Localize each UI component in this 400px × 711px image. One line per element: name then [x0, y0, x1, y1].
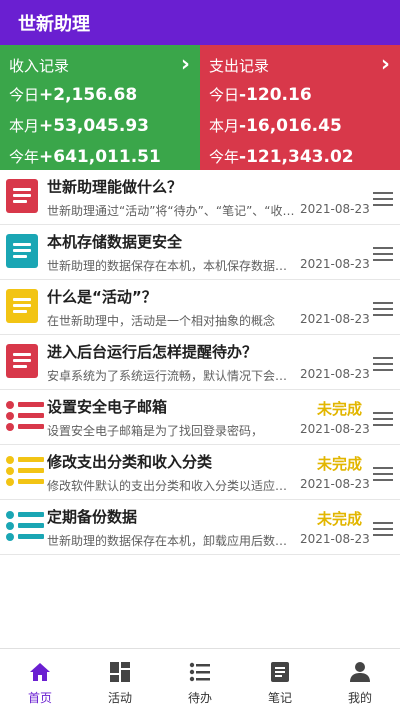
note-icon	[6, 179, 38, 213]
list-item[interactable]: 设置安全电子邮箱设置安全电子邮箱是为了找回登录密码， 2021-08-23 未完成	[0, 390, 400, 445]
todo-list-icon	[188, 660, 212, 684]
list-item[interactable]: 本机存储数据更安全世新助理的数据保存在本机，本机保存数据更安全 2021-08-2…	[0, 225, 400, 280]
list-item-date: 2021-08-23	[300, 477, 370, 491]
list-item[interactable]: 定期备份数据世新助理的数据保存在本机，卸载应用后数据将丢失 2021-08-23 未…	[0, 500, 400, 555]
list-item-desc: 世新助理通过“活动”将“待办”、“笔记”、“收入”、“支出”串联	[47, 204, 299, 218]
todo-icon	[6, 454, 44, 488]
expense-month: 本月 -16,016.45	[209, 116, 342, 136]
expense-year-value: -121,343.02	[239, 147, 354, 167]
bottom-tab-bar: 首页 活动 待办 笔记 我的	[0, 648, 400, 711]
tab-home[interactable]: 首页	[0, 649, 80, 711]
income-today-value: +2,156.68	[39, 85, 138, 105]
list-item[interactable]: 修改支出分类和收入分类修改软件默认的支出分类和收入分类以适应您的需要 2021-0…	[0, 445, 400, 500]
tab-todo-list[interactable]: 待办	[160, 649, 240, 711]
app-bar: 世新助理	[0, 0, 400, 45]
income-month: 本月 +53,045.93	[9, 116, 149, 136]
todo-icon	[6, 401, 44, 431]
expense-card-title: 支出记录	[209, 56, 270, 75]
home-icon	[28, 660, 52, 684]
chevron-right-icon: ›	[180, 52, 190, 77]
list-item-title: 设置安全电子邮箱	[47, 398, 168, 416]
app-title: 世新助理	[18, 13, 90, 35]
list-item-date: 2021-08-23	[300, 257, 370, 271]
income-card[interactable]: 收入记录 › 今日 +2,156.68 本月 +53,045.93 今年 +641,0…	[0, 45, 200, 170]
list-item-title: 进入后台运行后怎样提醒待办？	[47, 343, 258, 361]
income-year: 今年 +641,011.51	[9, 147, 161, 167]
note-icon	[6, 289, 38, 323]
drag-handle-icon[interactable]	[373, 302, 393, 316]
expense-card[interactable]: 支出记录 › 今日 -120.16 本月 -16,016.45 今年 -121,343…	[200, 45, 400, 170]
chevron-right-icon: ›	[380, 52, 390, 77]
tab-label: 活动	[107, 691, 132, 705]
list-item-title: 本机存储数据更安全	[47, 233, 183, 251]
item-list: 世新助理能做什么？ 世新助理通过“活动”将“待办”、“笔记”、“收入”、“支出”串…	[0, 170, 400, 555]
status-badge: 未完成	[317, 400, 363, 418]
list-item[interactable]: 世新助理能做什么？ 世新助理通过“活动”将“待办”、“笔记”、“收入”、“支出”串…	[0, 170, 400, 225]
list-item-title: 什么是“活动”？	[47, 288, 157, 306]
drag-handle-icon[interactable]	[373, 412, 393, 426]
list-item-date: 2021-08-23	[300, 367, 370, 381]
list-item-date: 2021-08-23	[300, 422, 370, 436]
note-icon	[6, 179, 40, 213]
list-item-desc: 修改软件默认的支出分类和收入分类以适应您的需要	[47, 479, 299, 493]
list-item[interactable]: 进入后台运行后怎样提醒待办？ 安卓系统为了系统运行流畅，默认情况下会限制后台 202…	[0, 335, 400, 390]
list-item-desc: 安卓系统为了系统运行流畅，默认情况下会限制后台	[47, 369, 299, 383]
summary-cards: 收入记录 › 今日 +2,156.68 本月 +53,045.93 今年 +641,0…	[0, 45, 400, 170]
drag-handle-icon[interactable]	[373, 192, 393, 206]
tab-note[interactable]: 笔记	[240, 649, 320, 711]
income-year-value: +641,011.51	[39, 147, 161, 167]
todo-icon	[6, 399, 44, 433]
note-icon	[6, 289, 40, 323]
list-item-date: 2021-08-23	[300, 202, 370, 216]
tab-label: 笔记	[267, 691, 292, 705]
list-item-date: 2021-08-23	[300, 532, 370, 546]
todo-icon	[6, 509, 44, 543]
list-item-desc: 在世新助理中，活动是一个相对抽象的概念	[47, 314, 276, 328]
tab-person[interactable]: 我的	[320, 649, 400, 711]
note-icon	[6, 344, 40, 378]
drag-handle-icon[interactable]	[373, 357, 393, 371]
todo-icon	[6, 456, 44, 486]
list-item-desc: 世新助理的数据保存在本机，本机保存数据更安全	[47, 259, 299, 273]
note-icon	[6, 344, 38, 378]
tab-label: 我的	[347, 691, 372, 705]
list-item-title: 定期备份数据	[47, 508, 138, 526]
drag-handle-icon[interactable]	[373, 522, 393, 536]
status-badge: 未完成	[317, 455, 363, 473]
note-icon	[6, 234, 38, 268]
tab-activity[interactable]: 活动	[80, 649, 160, 711]
income-card-title: 收入记录	[9, 56, 70, 75]
drag-handle-icon[interactable]	[373, 467, 393, 481]
note-icon	[6, 234, 40, 268]
person-icon	[348, 660, 372, 684]
expense-month-value: -16,016.45	[239, 116, 342, 136]
status-badge: 未完成	[317, 510, 363, 528]
list-item-title: 修改支出分类和收入分类	[47, 453, 213, 471]
list-item-desc: 世新助理的数据保存在本机，卸载应用后数据将丢失	[47, 534, 299, 548]
income-today: 今日 +2,156.68	[9, 85, 138, 105]
tab-label: 待办	[187, 691, 212, 705]
list-item-date: 2021-08-23	[300, 312, 370, 326]
drag-handle-icon[interactable]	[373, 247, 393, 261]
expense-today-value: -120.16	[239, 85, 312, 105]
expense-year: 今年 -121,343.02	[209, 147, 354, 167]
list-item[interactable]: 什么是“活动”？ 在世新助理中，活动是一个相对抽象的概念 2021-08-23	[0, 280, 400, 335]
tab-label: 首页	[27, 691, 52, 705]
list-item-title: 世新助理能做什么？	[47, 178, 183, 196]
expense-today: 今日 -120.16	[209, 85, 312, 105]
todo-icon	[6, 511, 44, 541]
income-month-value: +53,045.93	[39, 116, 149, 136]
list-item-desc: 设置安全电子邮箱是为了找回登录密码，	[47, 424, 264, 438]
note-icon	[268, 660, 292, 684]
activity-icon	[108, 660, 132, 684]
